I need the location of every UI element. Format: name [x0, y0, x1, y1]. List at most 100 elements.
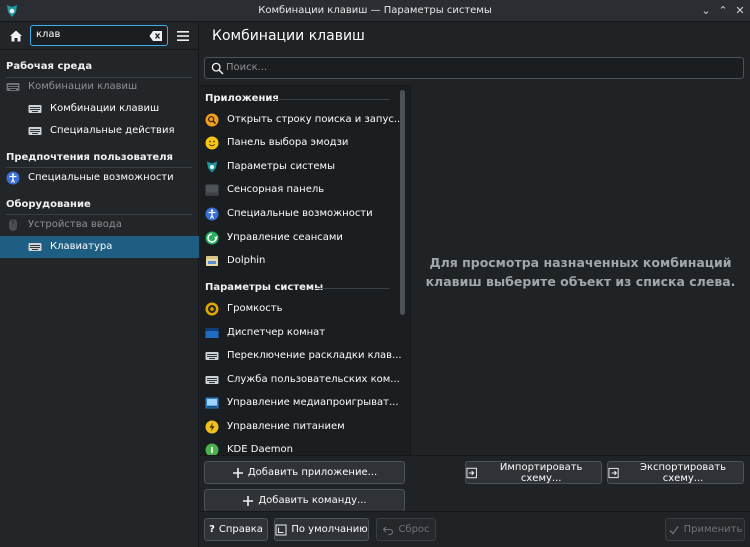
krunner-icon: [205, 113, 219, 127]
list-item[interactable]: Параметры системы: [200, 156, 395, 178]
sidebar-item-label: Клавиатура: [50, 241, 113, 252]
import-scheme-button[interactable]: Импортировать схему...: [465, 461, 602, 484]
list-item[interactable]: Панель выбора эмодзи: [200, 132, 395, 154]
defaults-label: По умолчанию: [291, 524, 368, 535]
activity-manager-icon: [205, 328, 219, 338]
sidebar-item-label: Устройства ввода: [28, 219, 122, 230]
plus-icon: [243, 495, 254, 506]
list-item[interactable]: Громкость: [200, 298, 395, 320]
undo-icon: [383, 526, 394, 535]
defaults-button[interactable]: По умолчанию: [274, 518, 369, 541]
close-icon[interactable]: ✕: [732, 3, 748, 19]
window-title: Комбинации клавиш — Параметры системы: [258, 5, 492, 16]
shortcut-detail-panel: Для просмотра назначенных комбинаций кла…: [411, 85, 750, 455]
empty-detail-line-2: клавиш выберите объект из списка слева.: [425, 274, 736, 289]
sidebar-search-input[interactable]: клав: [30, 25, 168, 46]
sidebar-item-shortcuts[interactable]: Комбинации клавиш: [0, 98, 199, 120]
keyboard-icon: [205, 376, 219, 384]
home-icon[interactable]: [8, 28, 24, 44]
media-player-icon: [205, 397, 219, 409]
list-item-label: Служба пользовательских ком...: [227, 374, 400, 385]
list-item-label: Управление сеансами: [227, 232, 343, 243]
list-item[interactable]: Служба пользовательских ком...: [200, 369, 400, 391]
sidebar-item-keyboard[interactable]: Клавиатура: [0, 236, 199, 258]
sidebar-item-shortcuts-category[interactable]: Комбинации клавиш: [0, 76, 199, 98]
export-scheme-button[interactable]: Экспортировать схему...: [607, 461, 744, 484]
list-item[interactable]: Специальные возможности: [200, 203, 395, 225]
list-item-label: Открыть строку поиска и запус...: [227, 114, 404, 125]
list-item-label: Громкость: [227, 303, 283, 314]
group-title-system-settings: Параметры системы: [205, 282, 324, 293]
group-divider: [273, 99, 390, 100]
volume-icon: [205, 302, 219, 316]
export-icon: [608, 467, 619, 478]
export-scheme-label: Экспортировать схему...: [640, 461, 727, 484]
list-item-label: Сенсорная панель: [227, 184, 325, 195]
keyboard-icon: [28, 105, 42, 113]
list-item[interactable]: Открыть строку поиска и запус...: [200, 109, 403, 131]
page-title: Комбинации клавиш: [212, 28, 365, 44]
section-title-hardware: Оборудование: [6, 199, 91, 210]
touchpad-icon: [205, 184, 219, 196]
sidebar-item-accessibility[interactable]: Специальные возможности: [0, 167, 199, 189]
section-title-user-preferences: Предпочтения пользователя: [6, 152, 173, 163]
import-icon: [466, 467, 477, 478]
help-icon: ?: [209, 524, 215, 535]
apply-button[interactable]: Применить: [665, 518, 745, 541]
sidebar-toolbar-divider: [0, 49, 199, 50]
list-item[interactable]: Управление сеансами: [200, 227, 395, 249]
keyboard-icon: [6, 83, 20, 91]
session-icon: [205, 231, 219, 245]
keyboard-icon: [28, 243, 42, 251]
add-application-button[interactable]: Добавить приложение...: [204, 461, 405, 484]
help-button[interactable]: ? Справка: [204, 518, 268, 541]
list-item[interactable]: Управление питанием: [200, 416, 395, 438]
import-scheme-label: Импортировать схему...: [499, 461, 583, 484]
list-item[interactable]: Управление медиапроигрыват...: [200, 392, 399, 414]
list-item[interactable]: Dolphin: [200, 250, 395, 272]
checkmark-icon: [669, 525, 679, 535]
list-item-label: Параметры системы: [227, 161, 335, 172]
sidebar-toolbar: клав: [0, 23, 199, 48]
list-item[interactable]: Сенсорная панель: [200, 179, 395, 201]
add-application-label: Добавить приложение...: [247, 467, 378, 478]
power-icon: [205, 420, 219, 434]
accessibility-icon: [6, 171, 20, 185]
shortcut-search-input[interactable]: Поиск...: [204, 57, 744, 79]
list-item-label: Управление питанием: [227, 421, 345, 432]
list-scrollbar-thumb[interactable]: [400, 90, 405, 315]
sidebar-item-special-actions[interactable]: Специальные действия: [0, 120, 199, 142]
accessibility-icon: [205, 207, 219, 221]
sidebar-search-value[interactable]: клав: [36, 29, 60, 40]
list-item[interactable]: Диспетчер комнат: [200, 322, 395, 344]
defaults-icon: [275, 524, 287, 535]
reset-button[interactable]: Сброс: [376, 518, 436, 541]
list-item-label: Dolphin: [227, 255, 266, 266]
keyboard-icon: [28, 127, 42, 135]
input-devices-icon: [9, 219, 17, 231]
list-item[interactable]: Переключение раскладки клав...: [200, 345, 402, 367]
sidebar-item-label: Комбинации клавиш: [28, 81, 138, 92]
sidebar-item-input-devices[interactable]: Устройства ввода: [0, 214, 199, 236]
page-header: Комбинации клавиш: [200, 23, 750, 51]
reset-label: Сброс: [398, 524, 430, 535]
maximize-icon[interactable]: ⌃: [715, 3, 731, 19]
help-label: Справка: [218, 524, 263, 535]
minimize-icon[interactable]: ⌄: [698, 3, 714, 19]
system-settings-icon: [207, 161, 217, 173]
keyboard-icon: [205, 352, 219, 360]
emoji-icon: [205, 136, 219, 150]
search-icon: [211, 62, 224, 75]
sidebar-item-label: Специальные возможности: [28, 172, 174, 183]
list-item-label: KDE Daemon: [227, 444, 293, 455]
dolphin-icon: [206, 256, 218, 266]
bottom-divider: [200, 511, 750, 512]
empty-detail-message: Для просмотра назначенных комбинаций кла…: [411, 253, 750, 291]
add-command-button[interactable]: Добавить команду...: [204, 489, 405, 512]
apply-label: Применить: [683, 524, 743, 535]
hamburger-menu-icon[interactable]: [176, 29, 190, 43]
search-placeholder: Поиск...: [226, 62, 268, 73]
clear-text-icon[interactable]: [149, 30, 163, 42]
list-item-label: Специальные возможности: [227, 208, 373, 219]
list-item-label: Управление медиапроигрыват...: [227, 397, 399, 408]
